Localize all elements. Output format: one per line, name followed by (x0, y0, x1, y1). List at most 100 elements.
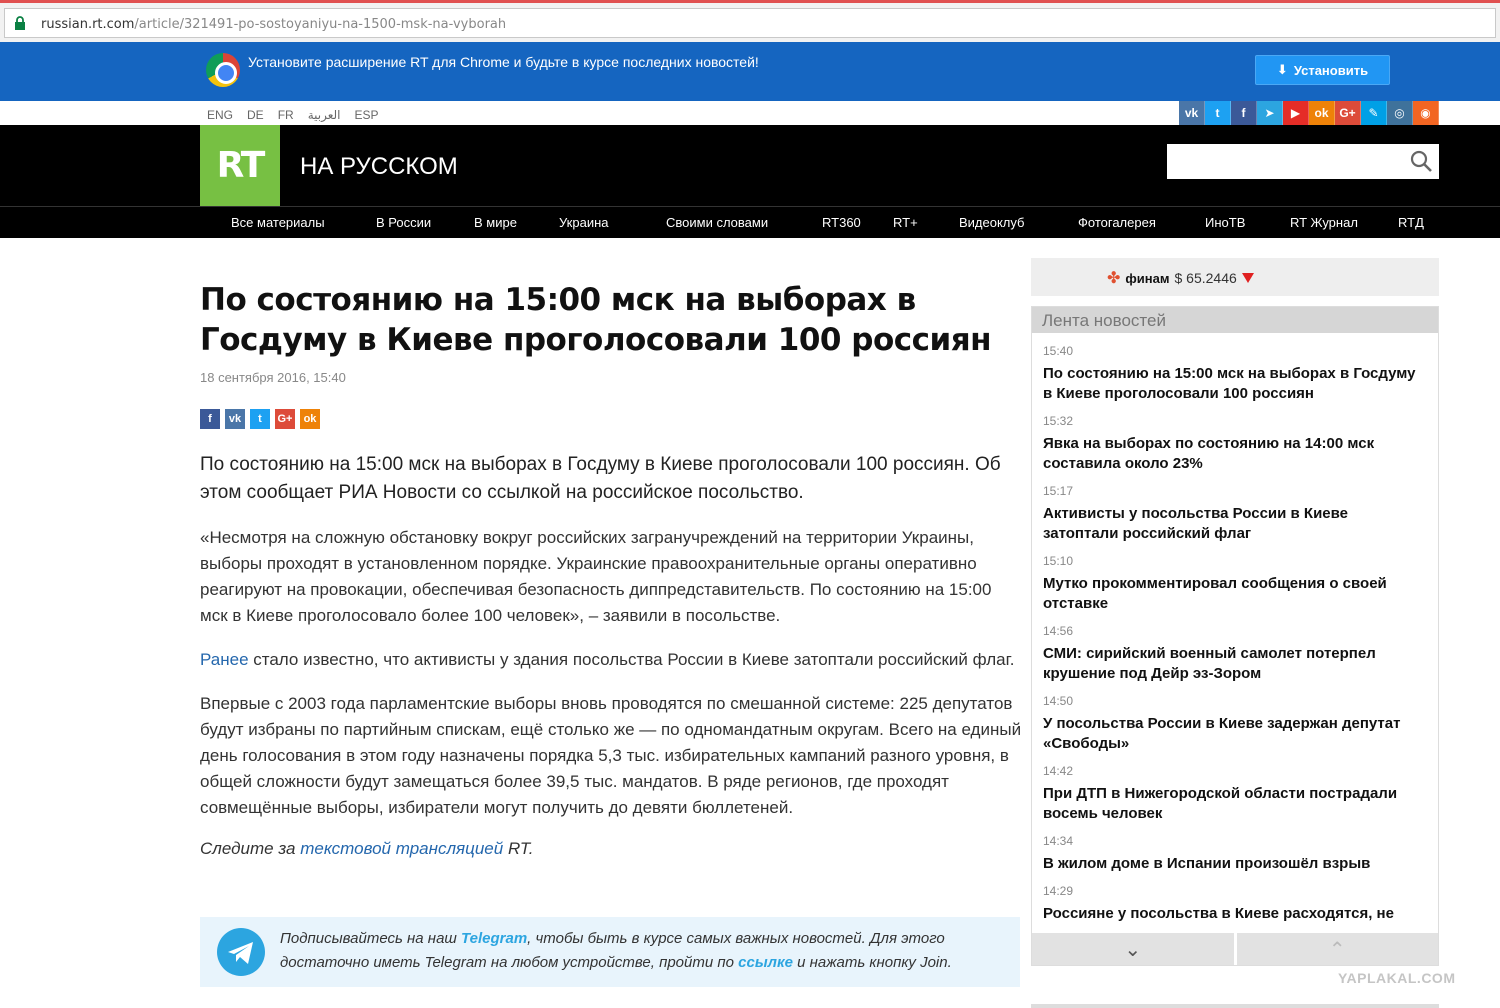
currency-widget[interactable]: ✤ финам $ 65.2446 (1031, 258, 1439, 296)
telegram-post: и нажать кнопку Join. (792, 954, 952, 971)
main-navigation: Все материалы В России В мире Украина Своими… (0, 206, 1500, 238)
nav-item[interactable]: Своими словами (666, 215, 768, 230)
article-paragraph-1: «Несмотря на сложную обстановку вокруг р… (200, 528, 992, 625)
chevron-up-icon: ⌃ (1328, 938, 1346, 961)
live-text-link[interactable]: текстовой трансляцией (300, 839, 503, 858)
install-extension-button[interactable]: ⬇ Установить (1255, 55, 1390, 85)
article: По состоянию на 15:00 мск на выборах в Г… (200, 280, 1022, 859)
language-link[interactable]: العربية (308, 108, 341, 122)
article-paragraph-3: Впервые с 2003 года парламентские выборы… (200, 694, 1022, 817)
news-item[interactable]: 14:29 Россияне у посольства в Киеве расхо… (1043, 884, 1423, 922)
nav-item[interactable]: Видеоклуб (959, 215, 1025, 230)
lock-icon (15, 16, 25, 30)
nav-item[interactable]: RTД (1398, 215, 1424, 230)
facebook-share-icon[interactable]: f (200, 409, 220, 429)
news-item-time: 14:34 (1043, 834, 1074, 848)
social-links: vk t f ➤ ▶ ok G+ ✎ ◎ ◉ (1179, 101, 1439, 125)
url-domain: russian.rt.com (41, 17, 135, 32)
search-icon[interactable] (1409, 149, 1433, 173)
site-title[interactable]: НА РУССКОМ (300, 153, 458, 181)
news-item[interactable]: 14:56 СМИ: сирийский военный самолет поте… (1043, 624, 1423, 684)
url-text: russian.rt.com/article/321491-po-sostoya… (41, 17, 506, 32)
telegram-promo-text: Подписывайтесь на наш Telegram, чтобы бы… (280, 927, 1000, 975)
article-title: По состоянию на 15:00 мск на выборах в Г… (200, 282, 992, 358)
news-item-headline[interactable]: У посольства России в Киеве задержан деп… (1043, 714, 1423, 754)
rt-logo[interactable]: RT (200, 125, 280, 206)
odnoklassniki-share-icon[interactable]: ok (300, 409, 320, 429)
finam-logo: финам (1125, 270, 1170, 286)
news-item-time: 15:32 (1043, 414, 1074, 428)
news-item-headline[interactable]: СМИ: сирийский военный самолет потерпел … (1043, 644, 1423, 684)
chevron-down-icon: ⌄ (1124, 938, 1142, 961)
twitter-share-icon[interactable]: t (250, 409, 270, 429)
odnoklassniki-icon[interactable]: ok (1309, 101, 1335, 125)
news-item[interactable]: 15:32 Явка на выборах по состоянию на 14:… (1043, 414, 1423, 474)
nav-item[interactable]: Украина (559, 215, 609, 230)
news-item-time: 14:50 (1043, 694, 1074, 708)
vk-share-icon[interactable]: vk (225, 409, 245, 429)
nav-item[interactable]: RT+ (893, 215, 918, 230)
scroll-down-button[interactable]: ⌄ (1032, 933, 1234, 965)
telegram-icon[interactable]: ➤ (1257, 101, 1283, 125)
news-item-time: 14:42 (1043, 764, 1074, 778)
twitter-icon[interactable]: t (1205, 101, 1231, 125)
article-paragraph-2: Ранее стало известно, что активисты у зд… (200, 647, 1022, 673)
news-item-headline[interactable]: По состоянию на 15:00 мск на выборах в Г… (1043, 364, 1423, 404)
vk-icon[interactable]: vk (1179, 101, 1205, 125)
news-item[interactable]: 14:42 При ДТП в Нижегородской области пос… (1043, 764, 1423, 824)
news-item-time: 15:40 (1043, 344, 1074, 358)
chrome-logo-icon (206, 53, 240, 87)
googleplus-icon[interactable]: G+ (1335, 101, 1361, 125)
news-item-headline[interactable]: При ДТП в Нижегородской области пострада… (1043, 784, 1423, 824)
nav-item[interactable]: В мире (474, 215, 517, 230)
rss-icon[interactable]: ◉ (1413, 101, 1439, 125)
news-feed-title: Лента новостей (1032, 307, 1438, 333)
url-field[interactable]: russian.rt.com/article/321491-po-sostoya… (4, 8, 1496, 38)
news-item[interactable]: 15:17 Активисты у посольства России в Кие… (1043, 484, 1423, 544)
share-buttons: f vk t G+ ok (200, 409, 1022, 429)
nav-item[interactable]: Все материалы (231, 215, 325, 230)
nav-item[interactable]: ИноТВ (1205, 215, 1245, 230)
youtube-icon[interactable]: ▶ (1283, 101, 1309, 125)
url-path: /article/321491-po-sostoyaniyu-na-1500-m… (134, 17, 507, 32)
telegram-promo: Подписывайтесь на наш Telegram, чтобы бы… (200, 917, 1020, 987)
nav-item[interactable]: RT Журнал (1290, 215, 1358, 230)
language-link[interactable]: ESP (354, 108, 378, 122)
news-feed-list: 15:40 По состоянию на 15:00 мск на выбора… (1043, 344, 1423, 922)
googleplus-share-icon[interactable]: G+ (275, 409, 295, 429)
language-link[interactable]: DE (247, 108, 264, 122)
earlier-link[interactable]: Ранее (200, 650, 249, 669)
news-item[interactable]: 15:10 Мутко прокомментировал сообщения о … (1043, 554, 1423, 614)
download-icon: ⬇ (1276, 62, 1288, 77)
telegram-pre: Подписывайтесь на наш (280, 930, 462, 947)
nav-item[interactable]: Фотогалерея (1078, 215, 1156, 230)
news-item[interactable]: 14:34 В жилом доме в Испании произошёл вз… (1043, 834, 1423, 874)
telegram-brand[interactable]: Telegram (461, 930, 527, 947)
language-link[interactable]: FR (278, 108, 294, 122)
news-item-headline[interactable]: Россияне у посольства в Киеве расходятся… (1043, 904, 1423, 922)
instagram-icon[interactable]: ◎ (1387, 101, 1413, 125)
nav-item[interactable]: В России (376, 215, 431, 230)
news-item[interactable]: 14:50 У посольства России в Киеве задержа… (1043, 694, 1423, 754)
currency-rate: $ 65.2446 (1174, 270, 1237, 286)
news-item-headline[interactable]: Активисты у посольства России в Киеве за… (1043, 504, 1423, 544)
news-item-headline[interactable]: В жилом доме в Испании произошёл взрыв (1043, 854, 1423, 874)
browser-address-bar: russian.rt.com/article/321491-po-sostoya… (0, 0, 1500, 42)
paragraph-2-text: стало известно, что активисты у здания п… (248, 650, 1015, 669)
news-item-headline[interactable]: Явка на выборах по состоянию на 14:00 мс… (1043, 434, 1423, 474)
livejournal-icon[interactable]: ✎ (1361, 101, 1387, 125)
nav-item[interactable]: RT360 (822, 215, 861, 230)
news-item[interactable]: 15:40 По состоянию на 15:00 мск на выбора… (1043, 344, 1423, 404)
search-input[interactable] (1167, 144, 1439, 179)
news-item-time: 15:17 (1043, 484, 1074, 498)
telegram-subscribe-link[interactable]: ссылке (738, 954, 793, 971)
finam-logo-icon: ✤ (1107, 270, 1121, 287)
article-lead: По состоянию на 15:00 мск на выборах в Г… (200, 454, 1001, 503)
news-item-time: 14:29 (1043, 884, 1074, 898)
telegram-icon (217, 928, 265, 976)
language-link[interactable]: ENG (207, 108, 233, 122)
facebook-icon[interactable]: f (1231, 101, 1257, 125)
scroll-up-button[interactable]: ⌃ (1236, 933, 1438, 965)
news-item-headline[interactable]: Мутко прокомментировал сообщения о своей… (1043, 574, 1423, 614)
news-item-time: 14:56 (1043, 624, 1074, 638)
